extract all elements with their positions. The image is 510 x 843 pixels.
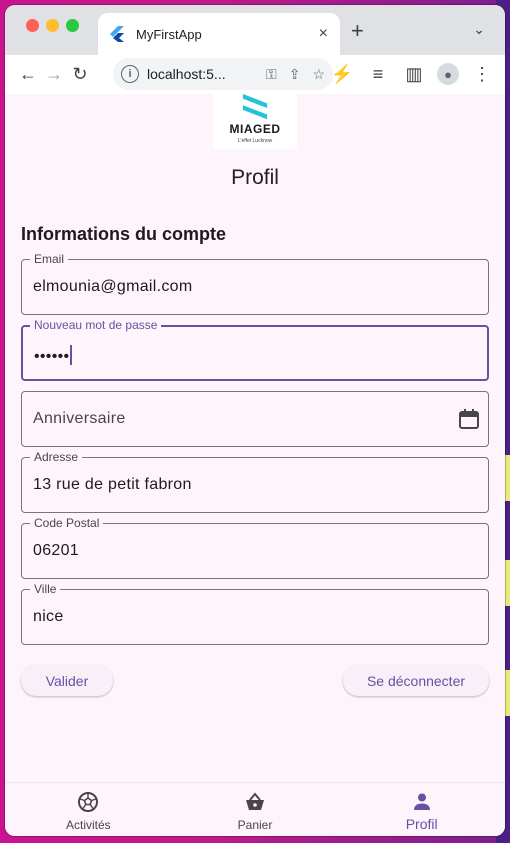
- logo-tagline: L'effet Lucknow: [237, 138, 273, 144]
- browser-tab[interactable]: MyFirstApp ×: [98, 13, 340, 55]
- nav-item-profil[interactable]: Profil: [338, 783, 505, 836]
- validate-button[interactable]: Valider: [21, 665, 113, 696]
- browser-titlebar: MyFirstApp × + ⌄: [5, 5, 505, 55]
- password-field[interactable]: Nouveau mot de passe ••••••: [21, 318, 489, 381]
- maximize-window-button[interactable]: [66, 19, 79, 32]
- url-text[interactable]: localhost:5...: [147, 66, 266, 82]
- address-field[interactable]: Adresse 13 rue de petit fabron: [21, 450, 489, 513]
- address-value[interactable]: 13 rue de petit fabron: [33, 476, 192, 494]
- nav-label-profil: Profil: [405, 816, 438, 832]
- city-value[interactable]: nice: [33, 608, 64, 626]
- section-title: Informations du compte: [21, 224, 227, 244]
- extension-icon[interactable]: ⚡: [329, 61, 355, 87]
- city-field[interactable]: Ville nice: [21, 582, 489, 645]
- reload-icon[interactable]: ↻: [67, 62, 93, 88]
- bookmark-star-icon[interactable]: ☆: [312, 66, 325, 83]
- logo-text: MIAGED: [229, 122, 281, 136]
- password-label: Nouveau mot de passe: [30, 318, 162, 332]
- profile-avatar-icon[interactable]: ●: [437, 63, 459, 85]
- email-field[interactable]: Email elmounia@gmail.com: [21, 252, 489, 315]
- page-title: Profil: [231, 166, 279, 189]
- app-content: MIAGED L'effet Lucknow Profil Informatio…: [5, 94, 505, 836]
- nav-label-panier: Panier: [237, 818, 273, 832]
- email-value[interactable]: elmounia@gmail.com: [33, 278, 192, 296]
- email-label: Email: [30, 252, 69, 266]
- password-value: ••••••: [34, 348, 70, 365]
- address-label: Adresse: [30, 450, 83, 464]
- browser-toolbar: ← → ↻ i localhost:5... ⚿ ⇪ ☆ ⚡ ≡ ▥ ● ⋮: [5, 55, 505, 94]
- postal-code-field[interactable]: Code Postal 06201: [21, 516, 489, 579]
- address-bar[interactable]: i localhost:5... ⚿ ⇪ ☆: [113, 58, 333, 90]
- close-window-button[interactable]: [26, 19, 39, 32]
- tab-close-icon[interactable]: ×: [319, 25, 328, 43]
- media-playlist-icon[interactable]: ≡: [365, 61, 391, 87]
- person-icon: [413, 793, 430, 810]
- browser-window: MyFirstApp × + ⌄ ← → ↻ i localhost:5... …: [5, 5, 505, 836]
- share-icon[interactable]: ⇪: [289, 66, 301, 83]
- back-icon[interactable]: ←: [15, 62, 41, 88]
- logout-button[interactable]: Se déconnecter: [343, 665, 489, 696]
- city-label: Ville: [30, 582, 61, 596]
- site-info-icon[interactable]: i: [121, 65, 139, 83]
- password-value-wrap[interactable]: ••••••: [34, 345, 73, 366]
- minimize-window-button[interactable]: [46, 19, 59, 32]
- side-panel-icon[interactable]: ▥: [401, 61, 427, 87]
- flutter-icon: [110, 26, 124, 42]
- new-tab-button[interactable]: +: [351, 18, 364, 44]
- tab-search-icon[interactable]: ⌄: [473, 21, 485, 38]
- basket-icon: [246, 792, 264, 810]
- tab-title: MyFirstApp: [136, 26, 202, 42]
- nav-item-panier[interactable]: Panier: [172, 783, 339, 836]
- miaged-logo-icon: [242, 94, 268, 120]
- birthday-placeholder: Anniversaire: [33, 410, 126, 427]
- postal-code-label: Code Postal: [30, 516, 104, 530]
- more-menu-icon[interactable]: ⋮: [469, 61, 495, 87]
- app-logo: MIAGED L'effet Lucknow: [213, 94, 297, 149]
- calendar-icon[interactable]: [458, 408, 480, 430]
- soccer-ball-icon: [78, 792, 99, 812]
- birthday-field[interactable]: Anniversaire: [21, 391, 489, 447]
- nav-label-activites: Activités: [65, 818, 111, 832]
- nav-item-activites[interactable]: Activités: [5, 783, 172, 836]
- key-icon[interactable]: ⚿: [266, 66, 277, 83]
- postal-code-value[interactable]: 06201: [33, 542, 79, 560]
- text-caret: [70, 345, 73, 365]
- bottom-navigation: Activités Panier Profil: [5, 782, 505, 836]
- forward-icon[interactable]: →: [41, 62, 67, 88]
